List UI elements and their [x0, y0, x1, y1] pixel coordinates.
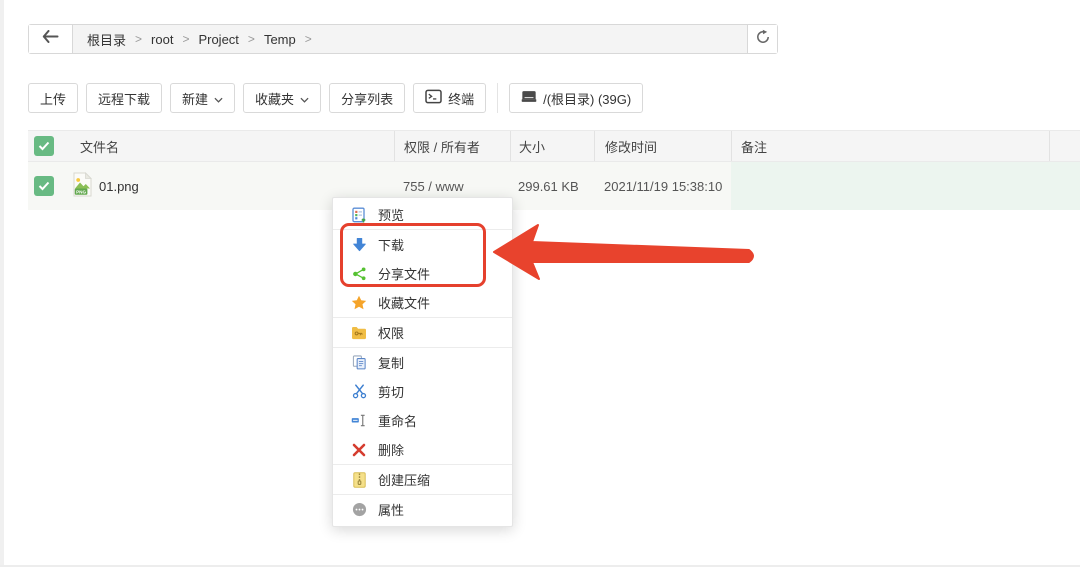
breadcrumb-separator: >	[304, 32, 312, 46]
preview-icon	[351, 207, 367, 223]
chevron-down-icon	[214, 91, 223, 106]
menu-label-properties: 属性	[378, 503, 405, 518]
refresh-button[interactable]	[748, 25, 777, 53]
share-icon	[351, 266, 367, 281]
remote-download-label: 远程下载	[98, 91, 151, 107]
upload-button-label: 上传	[40, 91, 67, 107]
toolbar: 上传 远程下载 新建 收藏夹 分享列表 终端 /(根目录) (39G)	[28, 83, 644, 113]
annotation-arrow	[493, 224, 754, 280]
share-list-button[interactable]: 分享列表	[329, 83, 406, 113]
file-manager-window: 根目录 > root > Project > Temp > 上传 远程下载 新建	[0, 0, 1080, 567]
menu-item-preview[interactable]: 预览	[333, 200, 512, 229]
new-item-label: 新建	[182, 91, 209, 107]
zip-icon	[351, 471, 367, 488]
upload-button[interactable]: 上传	[28, 83, 79, 113]
menu-item-properties[interactable]: 属性	[333, 495, 512, 524]
disk-root-button[interactable]: /(根目录) (39G)	[509, 83, 644, 113]
menu-item-download[interactable]: 下载	[333, 230, 512, 259]
breadcrumb-item-project[interactable]: Project	[198, 32, 238, 47]
menu-label-preview: 预览	[378, 208, 405, 223]
context-menu: 预览 下载 分享文件 收藏文件 权限 复制 剪切 重命名 删除 创建压缩 属性	[332, 197, 513, 527]
header-checkbox-cell	[28, 131, 68, 161]
select-all-checkbox[interactable]	[34, 136, 54, 156]
menu-item-favorite-file[interactable]: 收藏文件	[333, 288, 512, 317]
left-edge-strip	[0, 0, 4, 567]
terminal-button[interactable]: 终端	[413, 83, 487, 113]
breadcrumb: 根目录 > root > Project > Temp >	[73, 25, 748, 53]
breadcrumb-separator: >	[135, 32, 143, 46]
new-item-button[interactable]: 新建	[170, 83, 236, 113]
back-button[interactable]	[29, 25, 73, 53]
rename-icon	[351, 413, 367, 428]
menu-label-share-file: 分享文件	[378, 267, 431, 282]
menu-label-rename: 重命名	[378, 414, 418, 429]
breadcrumb-bar: 根目录 > root > Project > Temp >	[28, 24, 778, 54]
menu-label-download: 下载	[378, 238, 405, 253]
row-checkbox[interactable]	[34, 176, 54, 196]
ellipsis-circle-icon	[351, 502, 367, 517]
folder-key-icon	[351, 326, 367, 340]
terminal-label: 终端	[448, 91, 475, 107]
breadcrumb-item-root[interactable]: root	[151, 32, 173, 47]
row-note	[731, 162, 1049, 210]
menu-item-cut[interactable]: 剪切	[333, 377, 512, 406]
filename-link[interactable]: 01.png	[99, 179, 139, 194]
column-header-size: 大小	[510, 131, 594, 161]
column-header-perm-owner: 权限 / 所有者	[394, 131, 510, 161]
menu-item-permission[interactable]: 权限	[333, 318, 512, 347]
breadcrumb-item-temp[interactable]: Temp	[264, 32, 296, 47]
row-modified-time: 2021/11/19 15:38:10	[604, 178, 723, 194]
breadcrumb-separator: >	[247, 32, 255, 46]
menu-label-permission: 权限	[378, 326, 405, 341]
disk-root-label: /(根目录) (39G)	[543, 91, 632, 107]
png-file-icon: PNG	[72, 172, 93, 200]
menu-label-create-archive: 创建压缩	[378, 473, 431, 488]
toolbar-divider	[497, 83, 499, 113]
menu-label-cut: 剪切	[378, 385, 405, 400]
row-checkbox-cell	[28, 162, 68, 210]
menu-label-delete: 删除	[378, 443, 405, 458]
terminal-icon	[425, 89, 442, 107]
share-list-label: 分享列表	[341, 91, 394, 107]
menu-label-copy: 复制	[378, 356, 405, 371]
star-icon	[351, 295, 367, 310]
breadcrumb-item-root-dir[interactable]: 根目录	[87, 30, 126, 49]
favorites-button[interactable]: 收藏夹	[243, 83, 322, 113]
menu-item-copy[interactable]: 复制	[333, 348, 512, 377]
row-extra	[1049, 162, 1080, 210]
menu-item-rename[interactable]: 重命名	[333, 406, 512, 435]
column-header-name: 文件名	[80, 139, 120, 155]
delete-x-icon	[351, 443, 367, 457]
refresh-icon	[755, 29, 771, 50]
row-size: 299.61 KB	[518, 178, 579, 194]
menu-item-share-file[interactable]: 分享文件	[333, 259, 512, 288]
scissors-icon	[351, 384, 367, 399]
table-row[interactable]: PNG 01.png 755 / www 299.61 KB 2021/11/1…	[28, 162, 1080, 210]
column-header-extra	[1049, 131, 1080, 161]
menu-item-create-archive[interactable]: 创建压缩	[333, 465, 512, 494]
remote-download-button[interactable]: 远程下载	[86, 83, 163, 113]
favorites-label: 收藏夹	[255, 91, 295, 107]
menu-item-delete[interactable]: 删除	[333, 435, 512, 464]
copy-icon	[351, 355, 367, 370]
breadcrumb-separator: >	[182, 32, 190, 46]
file-type-badge: PNG	[76, 189, 86, 194]
file-table-header: 文件名 权限 / 所有者 大小 修改时间 备注	[28, 130, 1080, 162]
disk-icon	[521, 89, 537, 107]
chevron-down-icon	[300, 91, 309, 106]
menu-label-favorite-file: 收藏文件	[378, 296, 431, 311]
download-icon	[351, 237, 367, 252]
arrow-left-icon	[42, 30, 59, 48]
column-header-note: 备注	[731, 131, 1049, 161]
column-header-modified: 修改时间	[594, 131, 731, 161]
